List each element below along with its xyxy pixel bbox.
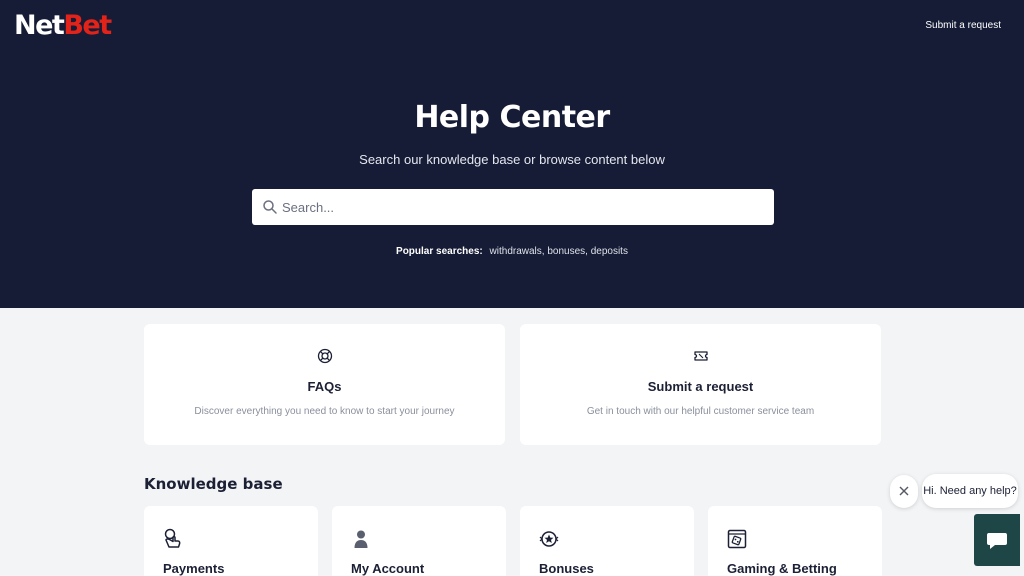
- popular-term-deposits[interactable]: deposits: [591, 246, 628, 257]
- faqs-card-description: Discover everything you need to know to …: [194, 406, 455, 417]
- category-card-bonuses[interactable]: Bonuses: [520, 506, 694, 576]
- hero-section: NetBet Submit a request Help Center Sear…: [0, 0, 1024, 308]
- ticket-icon: [693, 351, 708, 361]
- logo-net-text: Net: [14, 10, 65, 41]
- search-input[interactable]: [282, 189, 762, 225]
- category-title-payments: Payments: [163, 561, 225, 576]
- netbet-logo[interactable]: NetBet: [14, 10, 112, 42]
- faqs-card[interactable]: FAQs Discover everything you need to kno…: [144, 324, 505, 445]
- chat-icon: [987, 533, 1007, 549]
- submit-request-card-description: Get in touch with our helpful customer s…: [586, 406, 815, 417]
- lifebuoy-icon: [317, 348, 332, 364]
- hero-subtitle: Search our knowledge base or browse cont…: [359, 152, 665, 167]
- search-icon: [263, 200, 277, 214]
- category-card-payments[interactable]: Payments: [144, 506, 318, 576]
- knowledge-base-title: Knowledge base: [144, 475, 283, 493]
- chat-open-button[interactable]: [974, 514, 1020, 566]
- category-card-my-account[interactable]: My Account: [332, 506, 506, 576]
- faqs-card-title: FAQs: [307, 379, 342, 394]
- category-title-my-account: My Account: [351, 561, 425, 576]
- submit-request-card-title: Submit a request: [647, 379, 754, 394]
- popular-term-withdrawals[interactable]: withdrawals,: [490, 246, 545, 257]
- chat-dismiss-button[interactable]: [890, 475, 918, 508]
- dice-screen-icon: [727, 529, 747, 549]
- user-icon: [354, 530, 368, 548]
- chat-prompt-bubble[interactable]: Hi. Need any help?: [922, 474, 1018, 508]
- category-card-gaming-betting[interactable]: Gaming & Betting: [708, 506, 882, 576]
- search-box[interactable]: [252, 189, 774, 225]
- submit-request-card[interactable]: Submit a request Get in touch with our h…: [520, 324, 881, 445]
- category-title-gaming-betting: Gaming & Betting: [727, 561, 837, 576]
- logo-bet-text: Bet: [63, 10, 112, 41]
- submit-request-link[interactable]: Submit a request: [925, 20, 1001, 31]
- coin-hand-icon: [164, 528, 181, 548]
- close-icon: [899, 486, 909, 496]
- popular-term-bonuses[interactable]: bonuses,: [547, 246, 588, 257]
- star-badge-icon: [539, 531, 559, 547]
- popular-searches-label: Popular searches:: [396, 246, 483, 257]
- popular-searches: Popular searches: withdrawals, bonuses, …: [0, 246, 1024, 257]
- page-title: Help Center: [414, 100, 610, 135]
- category-title-bonuses: Bonuses: [539, 561, 594, 576]
